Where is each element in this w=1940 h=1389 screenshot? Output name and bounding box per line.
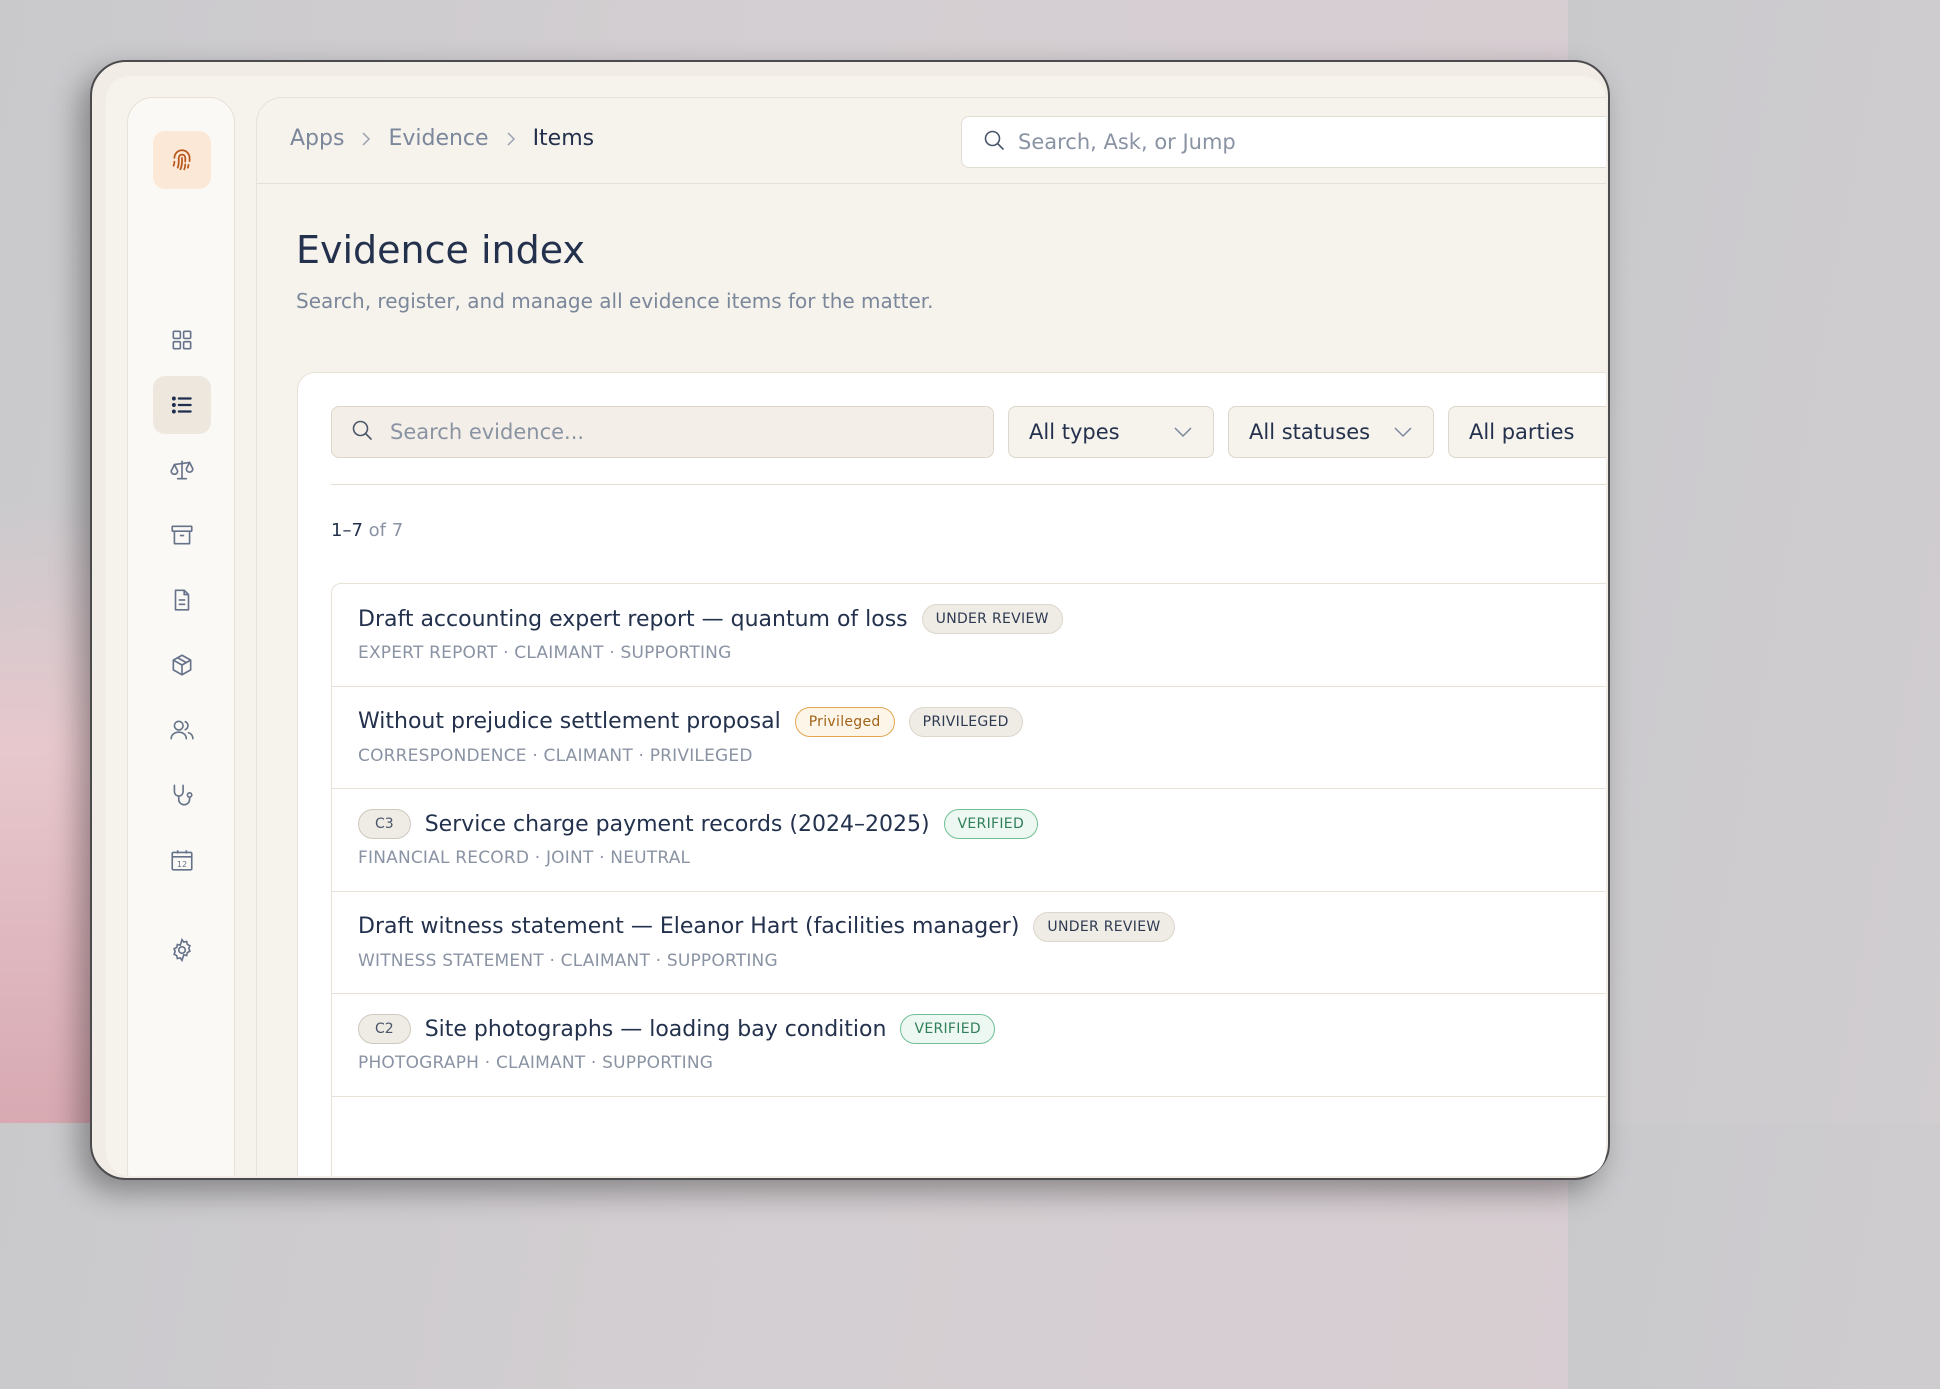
main-panel: Apps Evidence Items Evidence inde [256,97,1606,1176]
calendar-icon[interactable]: 12 [153,831,211,889]
page-subtitle: Search, register, and manage all evidenc… [296,289,934,313]
list-item[interactable]: Draft witness statement — Eleanor Hart (… [332,892,1606,994]
list-icon[interactable] [153,376,211,434]
item-title[interactable]: Draft witness statement — Eleanor Hart (… [358,914,1019,939]
privileged-tag: Privileged [794,706,895,737]
status-badge: VERIFIED [900,1014,995,1044]
parties-filter-value: All parties [1469,420,1575,444]
evidence-search[interactable] [331,406,994,458]
parties-filter-select[interactable]: All parties [1448,406,1606,458]
item-title[interactable]: Draft accounting expert report — quantum… [358,607,908,632]
item-meta: WITNESS STATEMENT · CLAIMANT · SUPPORTIN… [358,950,778,971]
item-title[interactable]: Without prejudice settlement proposal [358,709,781,734]
list-item[interactable]: C3 Service charge payment records (2024–… [332,789,1606,892]
breadcrumb-apps[interactable]: Apps [290,126,344,151]
status-badge: VERIFIED [943,809,1039,839]
status-badge: UNDER REVIEW [1033,911,1175,942]
breadcrumb: Apps Evidence Items [290,126,594,151]
chevron-down-icon [1394,427,1412,438]
status-filter-select[interactable]: All statuses [1228,406,1434,458]
chevron-down-icon [1174,427,1192,438]
global-search-input[interactable] [1018,130,1606,154]
item-code: C3 [358,809,411,839]
item-title[interactable]: Site photographs — loading bay condition [425,1017,887,1042]
list-item[interactable]: C2 Site photographs — loading bay condit… [332,994,1606,1097]
search-icon [982,128,1006,156]
breadcrumb-items: Items [532,126,595,151]
result-count: 1–7 of 7 [331,520,403,541]
app-screen: 12 Apps Evidence Items Search, Ask, or J… [106,76,1606,1176]
fingerprint-icon[interactable] [153,131,211,189]
result-range: 1–7 [331,520,363,541]
status-badge: UNDER REVIEW [921,604,1063,634]
scales-icon[interactable] [153,441,211,499]
package-icon[interactable] [153,636,211,694]
gear-icon[interactable] [153,921,211,979]
page-title: Evidence index [296,228,585,272]
evidence-card: All types All statuses All parties 1–7 o… [297,372,1606,1176]
filter-bar: All types All statuses All parties [331,406,1606,458]
evidence-list: Draft accounting expert report — quantum… [331,583,1606,1176]
type-filter-select[interactable]: All types [1008,406,1214,458]
users-icon[interactable] [153,701,211,759]
result-total: of 7 [368,520,404,541]
document-icon[interactable] [153,571,211,629]
list-item[interactable]: Without prejudice settlement proposal Pr… [332,687,1606,789]
evidence-search-input[interactable] [390,420,950,444]
item-meta: CORRESPONDENCE · CLAIMANT · PRIVILEGED [358,745,753,766]
global-search[interactable] [961,116,1606,168]
archive-icon[interactable] [153,506,211,564]
item-meta: FINANCIAL RECORD · JOINT · NEUTRAL [358,848,691,868]
list-item[interactable]: Draft accounting expert report — quantum… [332,584,1606,687]
top-bar: Apps Evidence Items [257,98,1606,184]
svg-text:12: 12 [177,859,187,869]
chevron-right-icon [360,127,372,151]
item-title[interactable]: Service charge payment records (2024–202… [425,812,930,837]
status-filter-value: All statuses [1249,420,1371,444]
item-meta: PHOTOGRAPH · CLAIMANT · SUPPORTING [358,1053,714,1073]
list-item[interactable] [332,1097,1606,1177]
divider [331,484,1606,485]
item-code: C2 [358,1014,411,1044]
search-icon [350,418,374,446]
breadcrumb-evidence[interactable]: Evidence [388,126,488,151]
stethoscope-icon[interactable] [153,766,211,824]
type-filter-value: All types [1029,420,1120,444]
grid-icon[interactable] [153,311,211,369]
item-meta: EXPERT REPORT · CLAIMANT · SUPPORTING [358,643,732,663]
status-badge: PRIVILEGED [908,706,1023,737]
sidebar: 12 [127,97,235,1176]
chevron-right-icon [505,127,517,151]
